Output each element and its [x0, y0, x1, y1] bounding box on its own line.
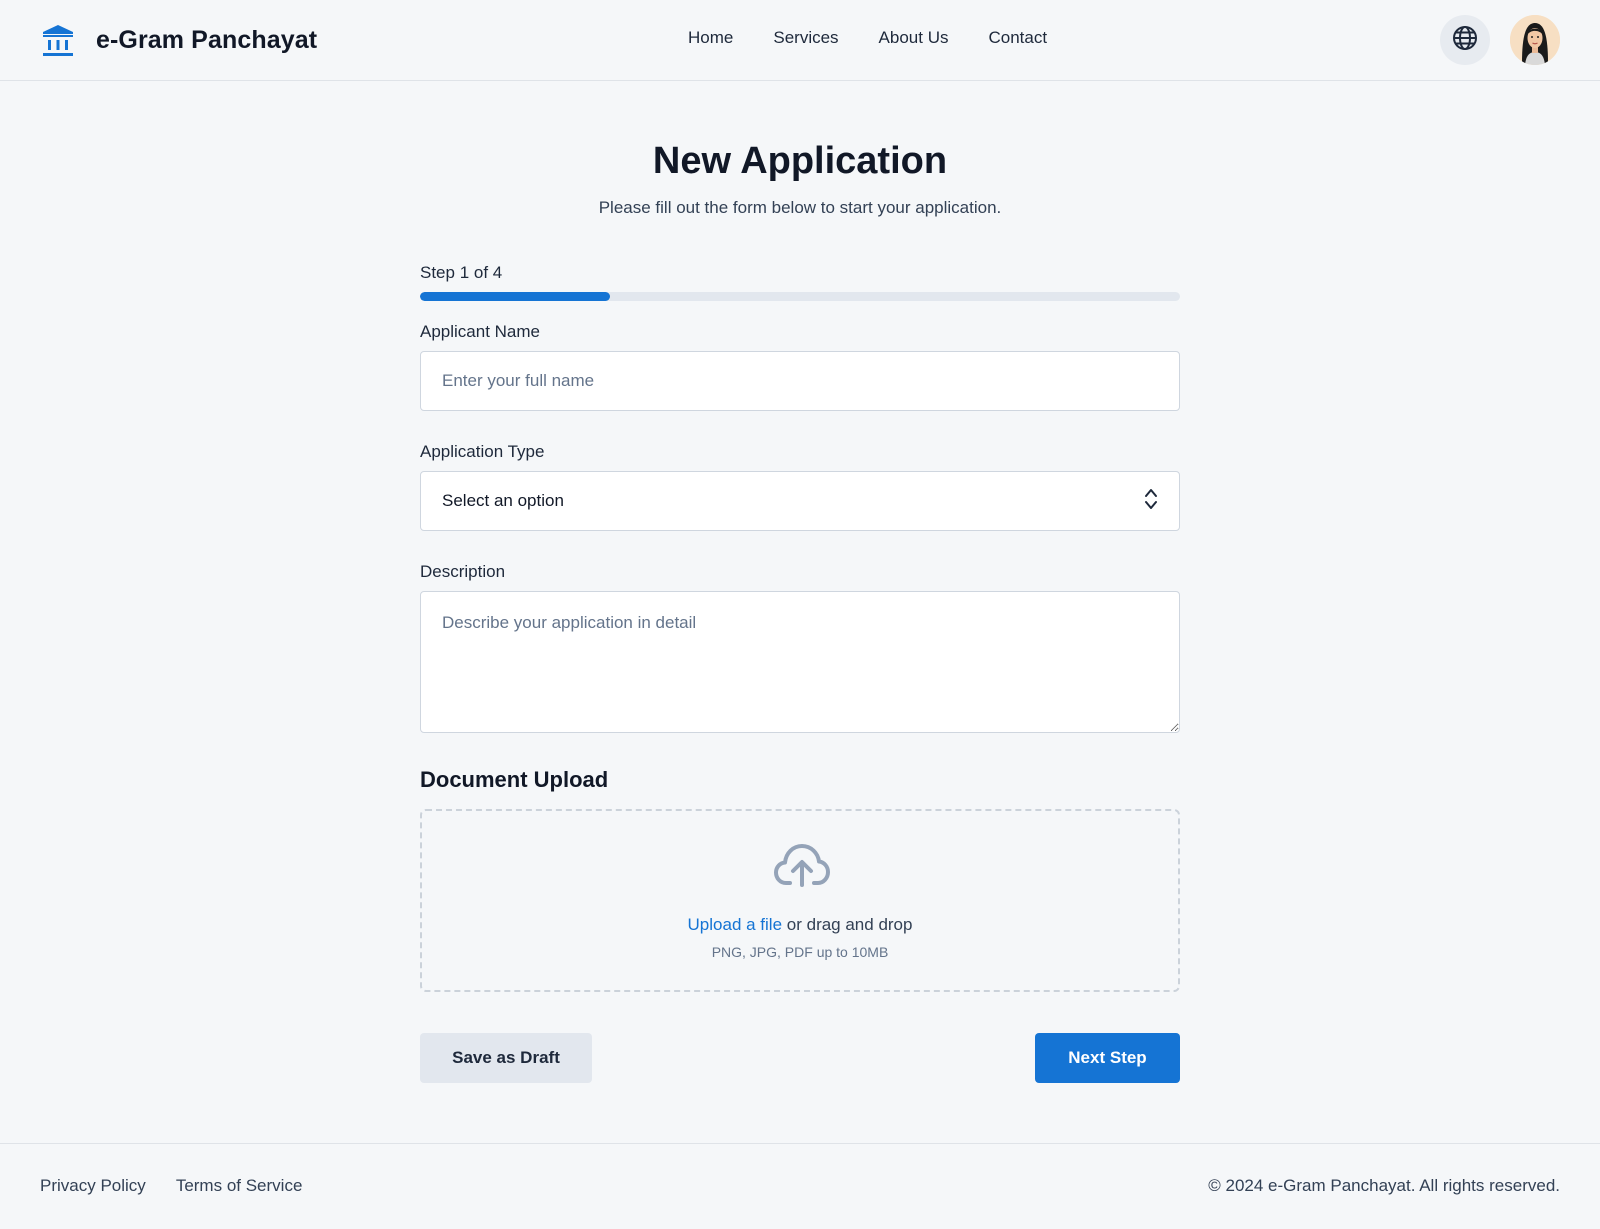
applicant-name-input[interactable] [420, 351, 1180, 411]
top-header: e-Gram Panchayat Home Services About Us … [0, 0, 1600, 81]
drag-drop-text: or drag and drop [782, 915, 913, 934]
application-type-value: Select an option [442, 491, 564, 510]
government-building-icon [40, 22, 76, 58]
footer: Privacy Policy Terms of Service © 2024 e… [0, 1143, 1600, 1229]
brand[interactable]: e-Gram Panchayat [40, 20, 317, 60]
application-type-label: Application Type [420, 442, 545, 461]
save-draft-button[interactable]: Save as Draft [420, 1033, 592, 1083]
chevron-up-down-icon [1144, 487, 1158, 516]
brand-title: e-Gram Panchayat [96, 25, 318, 54]
main-nav: Home Services About Us Contact [688, 28, 1047, 48]
nav-services[interactable]: Services [773, 28, 838, 48]
application-type-select[interactable]: Select an option [420, 471, 1180, 531]
description-textarea[interactable] [420, 591, 1180, 733]
page-subtitle: Please fill out the form below to start … [598, 198, 1002, 217]
step-label: Step 1 of 4 [420, 263, 503, 282]
footer-links: Privacy Policy Terms of Service [40, 1176, 302, 1196]
upload-file-hint: PNG, JPG, PDF up to 10MB [711, 944, 889, 960]
upload-file-link[interactable]: Upload a file [688, 915, 783, 934]
upload-instructions: Upload a file or drag and drop [422, 915, 1178, 935]
nav-home[interactable]: Home [688, 28, 733, 48]
privacy-policy-link[interactable]: Privacy Policy [40, 1176, 146, 1196]
applicant-name-label: Applicant Name [420, 322, 541, 341]
description-label: Description [420, 562, 506, 581]
progress-fill [420, 292, 610, 301]
nav-about-us[interactable]: About Us [879, 28, 949, 48]
globe-icon [1452, 25, 1478, 56]
upload-dropzone[interactable]: Upload a file or drag and drop PNG, JPG,… [420, 809, 1180, 992]
copyright-text: © 2024 e-Gram Panchayat. All rights rese… [1208, 1176, 1560, 1195]
language-button[interactable] [1440, 15, 1490, 65]
progress-bar [420, 292, 1180, 301]
terms-of-service-link[interactable]: Terms of Service [176, 1176, 303, 1196]
user-avatar[interactable] [1510, 15, 1560, 65]
document-upload-heading: Document Upload [420, 767, 609, 792]
page-title: New Application [652, 140, 948, 182]
cloud-upload-icon [774, 843, 830, 892]
nav-contact[interactable]: Contact [988, 28, 1047, 48]
next-step-button[interactable]: Next Step [1035, 1033, 1180, 1083]
